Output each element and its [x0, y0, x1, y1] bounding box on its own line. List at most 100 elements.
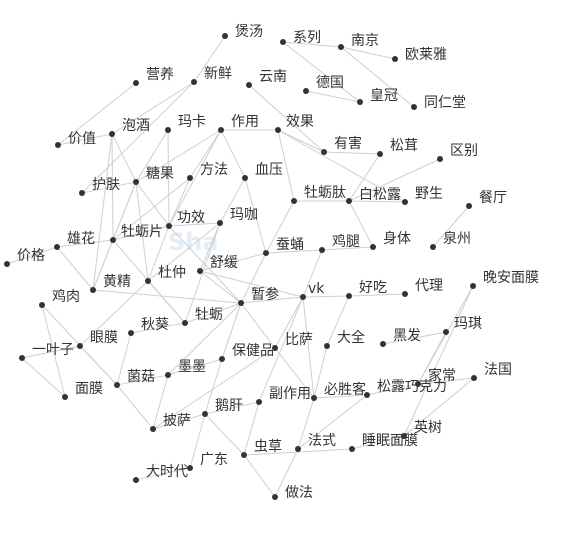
- node-dot[interactable]: [324, 343, 330, 349]
- node[interactable]: 面膜: [62, 381, 103, 400]
- node[interactable]: 做法: [272, 485, 313, 501]
- node-dot[interactable]: [217, 220, 223, 226]
- node-dot[interactable]: [300, 294, 306, 300]
- node-dot[interactable]: [242, 175, 248, 181]
- node-dot[interactable]: [166, 223, 172, 229]
- node[interactable]: 松茸: [377, 138, 418, 157]
- node-dot[interactable]: [303, 88, 309, 94]
- node[interactable]: 皇冠: [357, 88, 398, 105]
- node-dot[interactable]: [128, 330, 134, 336]
- node[interactable]: 效果: [275, 114, 314, 133]
- node-dot[interactable]: [222, 33, 228, 39]
- node[interactable]: 眼膜: [77, 330, 118, 349]
- node-dot[interactable]: [90, 287, 96, 293]
- node[interactable]: 松露巧克力: [364, 379, 447, 398]
- node-dot[interactable]: [182, 320, 188, 326]
- node-dot[interactable]: [411, 104, 417, 110]
- node[interactable]: 鹅肝: [202, 397, 243, 417]
- node-dot[interactable]: [62, 394, 68, 400]
- node-dot[interactable]: [346, 198, 352, 204]
- node-dot[interactable]: [114, 382, 120, 388]
- node-dot[interactable]: [77, 343, 83, 349]
- node-dot[interactable]: [437, 156, 443, 162]
- node-dot[interactable]: [321, 149, 327, 155]
- node-dot[interactable]: [39, 302, 45, 308]
- node-dot[interactable]: [346, 293, 352, 299]
- node[interactable]: 泡酒: [109, 118, 150, 137]
- node-dot[interactable]: [165, 372, 171, 378]
- node[interactable]: 墨墨: [165, 359, 206, 378]
- node-dot[interactable]: [202, 411, 208, 417]
- node-dot[interactable]: [272, 494, 278, 500]
- node[interactable]: 欧莱雅: [392, 47, 447, 63]
- node-dot[interactable]: [311, 395, 317, 401]
- node[interactable]: 晚安面膜: [470, 270, 539, 289]
- node[interactable]: 方法: [187, 162, 228, 181]
- node-dot[interactable]: [109, 131, 115, 137]
- node[interactable]: 鸡肉: [39, 288, 80, 308]
- node-dot[interactable]: [4, 261, 10, 267]
- node-dot[interactable]: [19, 355, 25, 361]
- node-dot[interactable]: [443, 329, 449, 335]
- node-dot[interactable]: [380, 341, 386, 347]
- node-dot[interactable]: [430, 244, 436, 250]
- node-dot[interactable]: [54, 244, 60, 250]
- node[interactable]: 护肤: [79, 177, 120, 196]
- node[interactable]: 法式: [295, 433, 336, 452]
- node-dot[interactable]: [256, 399, 262, 405]
- node-dot[interactable]: [338, 44, 344, 50]
- node-dot[interactable]: [150, 426, 156, 432]
- node[interactable]: 黑发: [380, 328, 421, 347]
- node-dot[interactable]: [238, 300, 244, 306]
- node-dot[interactable]: [110, 237, 116, 243]
- node-dot[interactable]: [319, 247, 325, 253]
- node[interactable]: 杜仲: [145, 265, 186, 284]
- node[interactable]: 牡蛎: [182, 307, 223, 326]
- node[interactable]: 价格: [4, 248, 45, 267]
- node[interactable]: 新鲜: [191, 66, 232, 85]
- node[interactable]: 玛卡: [165, 114, 206, 133]
- node-dot[interactable]: [392, 56, 398, 62]
- node[interactable]: 保健品: [219, 343, 274, 362]
- node-dot[interactable]: [191, 79, 197, 85]
- node[interactable]: 身体: [370, 231, 411, 250]
- node[interactable]: 泉州: [430, 230, 471, 250]
- node-dot[interactable]: [218, 127, 224, 133]
- node-dot[interactable]: [133, 80, 139, 86]
- node-dot[interactable]: [55, 142, 61, 148]
- node[interactable]: 价值: [55, 131, 96, 148]
- node-dot[interactable]: [295, 446, 301, 452]
- node[interactable]: 法国: [471, 362, 512, 381]
- node-dot[interactable]: [370, 244, 376, 250]
- node-dot[interactable]: [471, 375, 477, 381]
- node[interactable]: 营养: [133, 67, 174, 86]
- node-dot[interactable]: [145, 278, 151, 284]
- node-dot[interactable]: [402, 199, 408, 205]
- node-dot[interactable]: [246, 82, 252, 88]
- node-dot[interactable]: [263, 250, 269, 256]
- node-dot[interactable]: [466, 203, 472, 209]
- node[interactable]: 血压: [242, 162, 283, 181]
- node-dot[interactable]: [219, 356, 225, 362]
- node[interactable]: 一叶子: [19, 342, 74, 361]
- node[interactable]: 秋葵: [128, 317, 169, 336]
- node-dot[interactable]: [275, 127, 281, 133]
- node[interactable]: 睡眠面膜: [349, 433, 418, 452]
- node[interactable]: 餐厅: [466, 190, 507, 209]
- node[interactable]: 玛琪: [443, 316, 482, 335]
- node-dot[interactable]: [377, 151, 383, 157]
- node-dot[interactable]: [241, 452, 247, 458]
- node[interactable]: 糖果: [133, 166, 174, 185]
- node-dot[interactable]: [291, 198, 297, 204]
- node[interactable]: 同仁堂: [411, 95, 466, 111]
- node[interactable]: 区别: [437, 143, 478, 162]
- node-dot[interactable]: [470, 283, 476, 289]
- node-dot[interactable]: [133, 477, 139, 483]
- node[interactable]: 野生: [402, 186, 443, 205]
- node[interactable]: 代理: [402, 278, 443, 297]
- node[interactable]: 雄花: [54, 231, 95, 250]
- node-dot[interactable]: [165, 127, 171, 133]
- node-dot[interactable]: [280, 39, 286, 45]
- node-dot[interactable]: [349, 446, 355, 452]
- node-dot[interactable]: [357, 99, 363, 105]
